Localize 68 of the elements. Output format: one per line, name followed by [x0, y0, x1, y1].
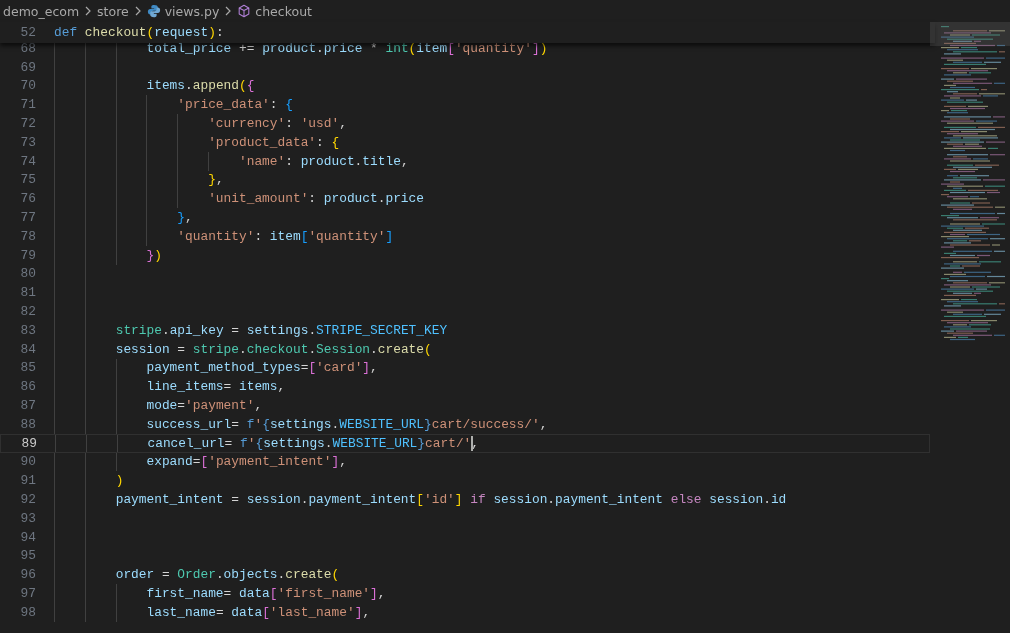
- code-line: 'price_data': {: [177, 97, 293, 113]
- line-number: 94: [19, 529, 36, 545]
- breadcrumb-item[interactable]: views.py: [164, 3, 220, 19]
- chevron-icon: [85, 6, 92, 16]
- line-number: 81: [19, 285, 36, 301]
- line-number: 80: [19, 266, 36, 282]
- code-line: 'product_data': {: [208, 134, 340, 150]
- line-number: 72: [19, 116, 36, 132]
- code-line: 'quantity': item['quantity']: [177, 228, 394, 244]
- line-number: 92: [19, 492, 36, 507]
- line-number: 95: [19, 548, 36, 564]
- code-line: payment_method_types=['card'],: [146, 360, 378, 376]
- code-line: items.append({: [146, 78, 255, 94]
- line-number: 68: [19, 40, 36, 56]
- line-number: 74: [19, 153, 36, 169]
- line-number: 78: [19, 228, 36, 244]
- code-line: mode='payment',: [146, 398, 263, 414]
- breadcrumb-item[interactable]: demo_ecom: [3, 3, 80, 19]
- line-number: 87: [19, 398, 36, 414]
- line-number: 86: [19, 379, 36, 395]
- line-number: 89: [20, 435, 37, 451]
- line-number: 71: [19, 97, 36, 113]
- code-line: session = stripe.checkout.Session.create(: [115, 341, 432, 357]
- line-number: 75: [19, 172, 36, 188]
- code-line: total_price += product.price * int(item['quantity']): [146, 40, 548, 56]
- code-line: }): [146, 247, 162, 263]
- line-number: 82: [19, 304, 36, 320]
- line-number: 69: [19, 59, 36, 75]
- line-number: 90: [19, 454, 36, 470]
- code-line: ): [115, 473, 124, 489]
- code-line: order = Order.objects.create(: [115, 567, 340, 583]
- code-line: },: [208, 172, 224, 188]
- cube-icon: [237, 4, 252, 18]
- line-number: 93: [19, 510, 36, 526]
- breadcrumb-item[interactable]: store: [97, 3, 129, 19]
- code-line: def checkout(request):: [54, 25, 224, 40]
- breadcrumb-item[interactable]: checkout: [255, 3, 312, 19]
- code-line: expand=['payment_intent'],: [146, 454, 347, 470]
- code-line: 'unit_amount': product.price: [208, 191, 424, 207]
- code-line: success_url= f'{settings.WEBSITE_URL}cart/success/',: [146, 416, 548, 432]
- line-number: 70: [19, 78, 36, 94]
- code-line: payment_intent = session.payment_intent['id'] if session.payment_intent else session.id: [115, 492, 787, 507]
- line-number: 79: [19, 247, 36, 263]
- sticky-scroll-header[interactable]: 52 def checkout(request):: [0, 22, 935, 43]
- chevron-icon: [134, 6, 141, 16]
- code-line: 'name': product.title,: [239, 153, 409, 169]
- code-line: cancel_url= f'{settings.WEBSITE_URL}cart/',: [147, 435, 480, 451]
- line-number: 73: [19, 134, 36, 150]
- line-number: 84: [19, 341, 36, 357]
- code-line: first_name= data['first_name'],: [146, 586, 386, 601]
- line-number: 97: [19, 586, 36, 601]
- line-number: 96: [19, 567, 36, 583]
- python-file-icon: [146, 4, 161, 18]
- minimap-viewport[interactable]: [930, 22, 1010, 46]
- line-number: 83: [19, 322, 36, 338]
- line-number: 85: [19, 360, 36, 376]
- line-number: 91: [19, 473, 36, 489]
- code-line: stripe.api_key = settings.STRIPE_SECRET_KEY: [115, 322, 448, 338]
- line-number: 77: [19, 210, 36, 226]
- line-number: 98: [19, 604, 36, 620]
- line-number: 76: [19, 191, 36, 207]
- code-line: },: [177, 210, 193, 226]
- line-number: 52: [19, 25, 36, 40]
- code-line: last_name= data['last_name'],: [146, 604, 371, 620]
- chevron-icon: [225, 6, 232, 16]
- code-line: line_items= items,: [146, 379, 286, 395]
- line-number: 88: [19, 416, 36, 432]
- code-line: 'currency': 'usd',: [208, 116, 347, 132]
